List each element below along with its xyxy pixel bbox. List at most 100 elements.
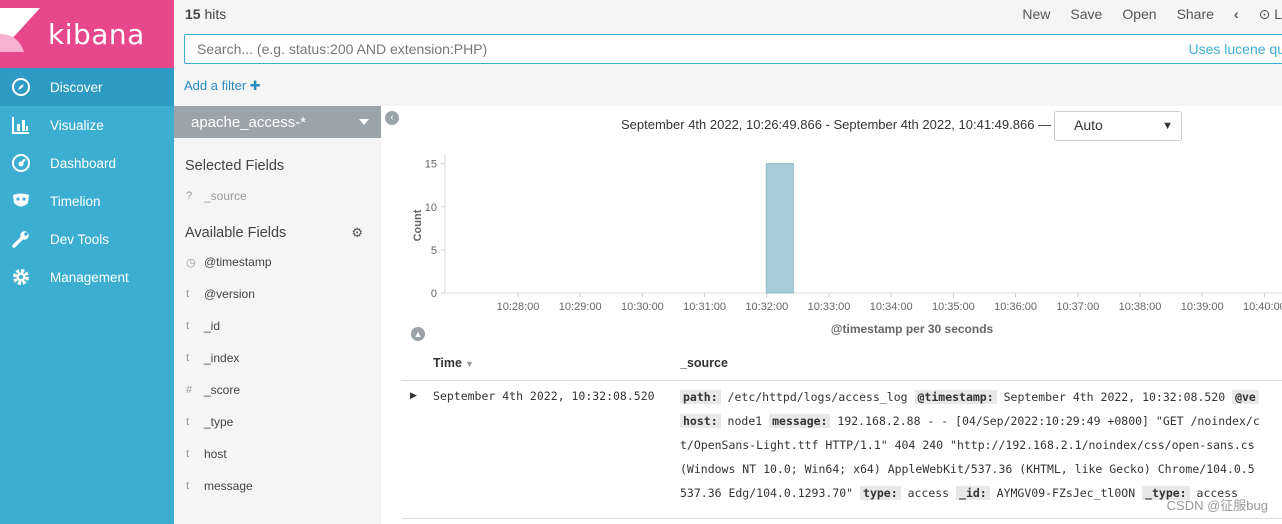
source-field-value: t/OpenSans-Light.ttf HTTP/1.1" 404 240 "… [680, 438, 1255, 452]
field-name: _score [204, 383, 241, 397]
kibana-logo-mark-icon [0, 0, 40, 68]
field-type-icon: t [186, 448, 190, 460]
source-field-key: message: [769, 414, 831, 428]
sidebar: kibana Discover Visualize Dashboard Time… [0, 0, 174, 524]
field-type-icon: # [186, 384, 193, 396]
x-tick-label: 10:30:00 [621, 301, 664, 313]
x-tick-label: 10:36:00 [994, 301, 1037, 313]
index-pattern-selector[interactable]: apache_access-* [174, 106, 381, 138]
kibana-logo[interactable]: kibana [0, 0, 174, 68]
nav-label: Visualize [50, 117, 104, 133]
save-button[interactable]: Save [1070, 6, 1102, 23]
time-picker-button[interactable]: ⊙ L [1259, 6, 1282, 23]
source-field-value: node1 [720, 414, 770, 428]
source-line: t/OpenSans-Light.ttf HTTP/1.1" 404 240 "… [680, 433, 1282, 457]
available-fields-label: Available Fields [185, 225, 287, 241]
field-type-icon: t [186, 480, 190, 492]
row-divider [402, 518, 1282, 519]
x-tick-label: 10:35:00 [932, 301, 975, 313]
x-tick-label: 10:34:00 [870, 301, 913, 313]
share-button[interactable]: Share [1177, 6, 1214, 23]
field-item[interactable]: t message [174, 470, 381, 502]
row-source: path: /etc/httpd/logs/access_log @timest… [680, 385, 1282, 505]
field-type-icon: t [186, 416, 190, 428]
nav-label: Dashboard [50, 155, 117, 171]
available-fields-title: Available Fields ⚙ [174, 225, 381, 241]
collapse-chart-icon[interactable]: ▲ [411, 327, 425, 341]
x-tick-label: 10:37:00 [1056, 301, 1099, 313]
nav-label: Discover [50, 79, 103, 95]
open-button[interactable]: Open [1122, 6, 1156, 23]
source-field-value: access [900, 486, 957, 500]
nav-label: Management [50, 269, 129, 285]
collapse-sidebar-icon[interactable]: ‹ [385, 111, 399, 125]
field-name: host [204, 447, 227, 461]
source-field-value: (Windows NT 10.0; Win64; x64) AppleWebKi… [680, 462, 1255, 476]
source-field-key: path: [680, 390, 721, 404]
field-item[interactable]: t _type [174, 406, 381, 438]
nav-item-management[interactable]: Management [0, 258, 174, 296]
kibana-logo-text: kibana [48, 17, 145, 51]
header-divider [402, 380, 1282, 381]
field-item[interactable]: t _id [174, 310, 381, 342]
filter-bar: Add a filter ✚ [174, 70, 1282, 106]
nav-label: Timelion [50, 193, 101, 209]
search-input[interactable] [185, 35, 1085, 63]
interval-value: Auto [1074, 117, 1103, 133]
nav-item-timelion[interactable]: Timelion [0, 182, 174, 220]
field-name: message [204, 479, 253, 493]
compass-icon [11, 77, 31, 97]
interval-select[interactable]: Auto ▼ [1054, 111, 1182, 141]
field-item[interactable]: t @version [174, 278, 381, 310]
chevron-down-icon: ▼ [1162, 120, 1173, 132]
add-filter-label: Add a filter [184, 78, 247, 93]
field-name: @timestamp [204, 255, 272, 269]
source-field-value: 192.168.2.88 - - [04/Sep/2022:10:29:49 +… [830, 414, 1260, 428]
y-tick-label: 15 [425, 159, 437, 171]
x-tick-label: 10:29:00 [559, 301, 602, 313]
column-header-time[interactable]: Time ▼ [433, 356, 474, 370]
timelion-mask-icon [11, 191, 31, 211]
top-menu: New Save Open Share ‹ ⊙ L [1022, 6, 1282, 23]
field-type-icon: ? [186, 190, 193, 202]
caret-down-icon [359, 119, 369, 125]
field-item[interactable]: # _score [174, 374, 381, 406]
field-item[interactable]: ◷ @timestamp [174, 246, 381, 278]
x-tick-label: 10:28:00 [497, 301, 540, 313]
field-item[interactable]: ? _source [174, 180, 381, 212]
hits-label: hits [204, 6, 227, 22]
nav-item-discover[interactable]: Discover [0, 68, 174, 106]
field-name: @version [204, 287, 255, 301]
histogram-bar [765, 163, 794, 294]
nav-label: Dev Tools [50, 231, 110, 247]
dashboard-gauge-icon [11, 153, 31, 173]
field-name: _type [204, 415, 234, 429]
sort-desc-icon[interactable]: ▼ [465, 359, 474, 369]
lucene-syntax-link[interactable]: Uses lucene qu [1188, 41, 1282, 57]
expand-row-icon[interactable]: ▶ [410, 390, 417, 401]
nav-item-devtools[interactable]: Dev Tools [0, 220, 174, 258]
x-tick-label: 10:32:00 [745, 301, 788, 313]
field-item[interactable]: t _index [174, 342, 381, 374]
nav-item-visualize[interactable]: Visualize [0, 106, 174, 144]
column-header-source: _source [680, 356, 728, 370]
settings-gear-icon[interactable]: ⚙ [351, 225, 363, 241]
new-button[interactable]: New [1022, 6, 1050, 23]
chevron-left-icon[interactable]: ‹ [1234, 6, 1239, 23]
field-name: _source [204, 189, 247, 203]
source-line: path: /etc/httpd/logs/access_log @timest… [680, 385, 1282, 409]
source-field-key: @ve [1232, 390, 1259, 404]
y-axis-label: Count [412, 209, 424, 241]
x-tick-label: 10:38:00 [1119, 301, 1162, 313]
nav-item-dashboard[interactable]: Dashboard [0, 144, 174, 182]
histogram-chart: 0 5 10 15 Count 10:28:00 10:29:00 10:30:00 10:31… [412, 154, 1282, 336]
add-filter-link[interactable]: Add a filter ✚ [184, 78, 261, 94]
plus-icon: ✚ [249, 78, 261, 93]
x-tick-label: 10:33:00 [808, 301, 851, 313]
source-line: (Windows NT 10.0; Win64; x64) AppleWebKi… [680, 457, 1282, 481]
source-line: host: node1 message: 192.168.2.88 - - [0… [680, 409, 1282, 433]
column-header-time-label: Time [433, 356, 462, 370]
field-item[interactable]: t host [174, 438, 381, 470]
hits-number: 15 [185, 6, 201, 22]
source-field-key: @timestamp: [914, 390, 997, 404]
